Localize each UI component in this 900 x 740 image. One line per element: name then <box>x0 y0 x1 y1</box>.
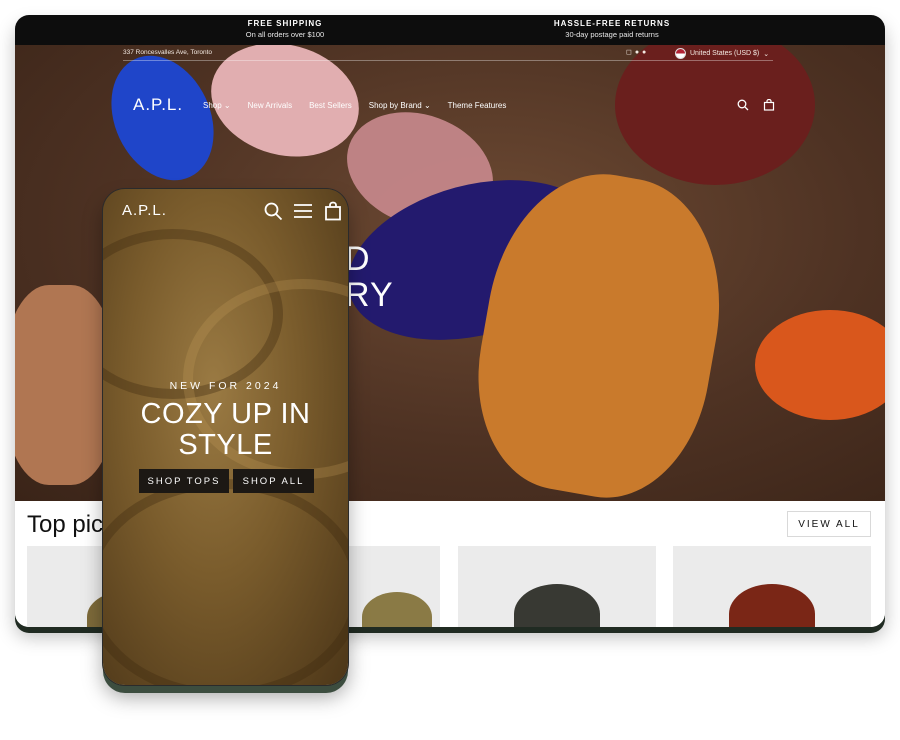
divider <box>123 60 773 61</box>
announcement-title: FREE SHIPPING <box>247 19 323 28</box>
mobile-nav-icons <box>263 201 343 221</box>
announcement-subtitle: On all orders over $100 <box>245 30 325 39</box>
shop-tops-button[interactable]: SHOP TOPS <box>139 469 229 493</box>
nav-item-new-arrivals[interactable]: New Arrivals <box>248 101 292 110</box>
nav-item-label: Shop by Brand <box>368 101 422 110</box>
cart-icon[interactable] <box>323 201 343 221</box>
country-label: United States (USD $) <box>690 50 760 57</box>
search-icon[interactable] <box>263 201 283 221</box>
store-logo[interactable]: A.P.L. <box>133 95 183 115</box>
facebook-icon[interactable]: ● <box>635 49 642 56</box>
pinterest-icon[interactable]: ● <box>642 49 649 56</box>
nav-item-label: Shop <box>203 101 222 110</box>
instagram-icon[interactable]: ◻ <box>626 49 635 56</box>
country-selector[interactable]: United States (USD $) ⌄ <box>675 48 769 59</box>
nav-item-theme-features[interactable]: Theme Features <box>448 101 507 110</box>
view-all-button[interactable]: VIEW ALL <box>787 511 871 537</box>
nav-item-shop[interactable]: Shop ⌄ <box>203 101 231 110</box>
nav-icons <box>737 99 775 111</box>
nav-item-shop-by-brand[interactable]: Shop by Brand ⌄ <box>369 101 431 110</box>
store-address: 337 Roncesvalles Ave, Toronto <box>123 49 213 56</box>
nav-item-best-sellers[interactable]: Best Sellers <box>309 101 352 110</box>
social-links: ◻●● <box>626 48 649 56</box>
hero-heading: D RY <box>345 241 394 313</box>
hero-image-red-orange-hat <box>755 310 885 420</box>
hero-image-hand <box>15 285 115 485</box>
main-navigation: A.P.L. Shop ⌄ New Arrivals Best Sellers … <box>15 93 885 119</box>
shop-all-button[interactable]: SHOP ALL <box>233 469 314 493</box>
product-image <box>514 584 600 627</box>
mobile-hero-title-line: STYLE <box>178 429 273 461</box>
hero-image-blue-hat <box>91 45 234 197</box>
product-card[interactable] <box>673 546 871 627</box>
announcement-free-shipping[interactable]: FREE SHIPPING On all orders over $100 <box>185 18 385 40</box>
mobile-store-logo[interactable]: A.P.L. <box>122 202 167 219</box>
chevron-down-icon: ⌄ <box>223 101 231 110</box>
hero-image-knit-texture <box>103 479 348 685</box>
announcement-returns[interactable]: HASSLE-FREE RETURNS 30-day postage paid … <box>512 18 712 40</box>
hero-heading-line: D <box>345 240 371 278</box>
menu-icon[interactable] <box>293 201 313 221</box>
cart-icon[interactable] <box>763 99 775 111</box>
us-flag-icon <box>675 48 686 59</box>
search-icon[interactable] <box>737 99 749 111</box>
mobile-hero-title-line: COZY UP IN <box>140 398 311 430</box>
chevron-down-icon: ⌄ <box>423 101 431 110</box>
product-image <box>729 584 815 627</box>
announcement-bar: FREE SHIPPING On all orders over $100 HA… <box>15 15 885 45</box>
section-heading: Top pic <box>27 511 104 538</box>
announcement-subtitle: 30-day postage paid returns <box>565 30 659 39</box>
product-card[interactable] <box>458 546 656 627</box>
hero-heading-line: RY <box>345 276 394 314</box>
utility-bar: 337 Roncesvalles Ave, Toronto ◻●● United… <box>15 45 885 61</box>
nav-menu: Shop ⌄ New Arrivals Best Sellers Shop by… <box>203 101 506 110</box>
chevron-down-icon: ⌄ <box>763 50 770 58</box>
mobile-hero-eyebrow: NEW FOR 2024 <box>169 380 282 392</box>
mobile-storefront-preview: A.P.L. NEW FOR 2024 COZY UP IN STYLE SHO… <box>103 189 348 685</box>
mobile-hero-title: COZY UP IN STYLE <box>103 399 348 461</box>
product-image <box>362 592 432 627</box>
announcement-title: HASSLE-FREE RETURNS <box>553 19 671 28</box>
